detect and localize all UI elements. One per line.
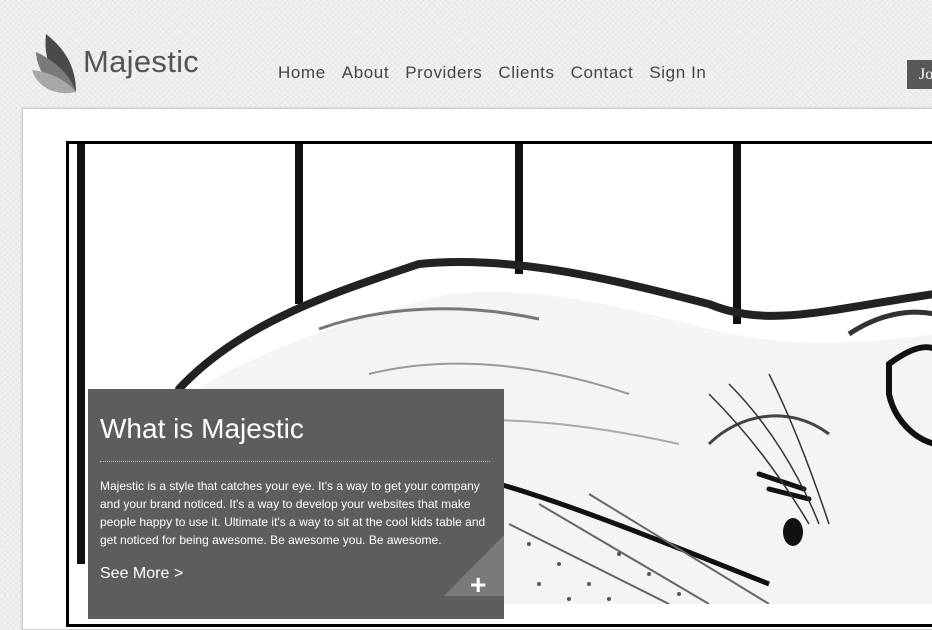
panel-title: What is Majestic bbox=[100, 413, 304, 444]
nav-item-clients[interactable]: Clients bbox=[498, 63, 554, 83]
join-button[interactable]: Jo bbox=[907, 60, 932, 89]
plus-icon[interactable]: + bbox=[470, 571, 486, 599]
panel-divider bbox=[100, 461, 490, 462]
main-nav: Home About Providers Clients Contact Sig… bbox=[270, 63, 715, 83]
nav-item-providers[interactable]: Providers bbox=[405, 63, 482, 83]
brand-logo[interactable]: Majestic bbox=[32, 30, 199, 94]
see-more-link[interactable]: See More > bbox=[100, 565, 183, 583]
brand-name: Majestic bbox=[83, 44, 200, 79]
nav-item-contact[interactable]: Contact bbox=[571, 63, 634, 83]
nav-item-about[interactable]: About bbox=[342, 63, 389, 83]
nav-item-sign-in[interactable]: Sign In bbox=[649, 63, 706, 83]
site-header: Majestic Home About Providers Clients Co… bbox=[0, 0, 932, 108]
leaf-logo-icon bbox=[32, 34, 76, 94]
what-is-majestic-panel: What is Majestic Majestic is a style tha… bbox=[88, 389, 504, 619]
panel-description: Majestic is a style that catches your ey… bbox=[100, 479, 486, 547]
nav-item-home[interactable]: Home bbox=[278, 63, 326, 83]
